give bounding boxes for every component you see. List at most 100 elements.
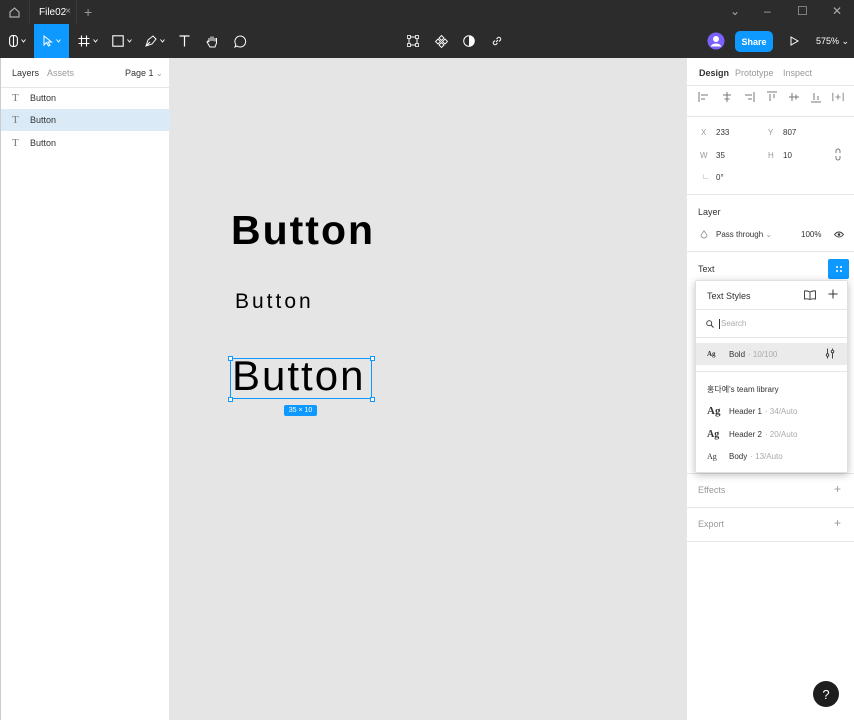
tab-prototype[interactable]: Prototype <box>735 68 774 78</box>
link-icon <box>492 36 502 46</box>
divider <box>696 371 847 372</box>
comment-tool-button[interactable] <box>230 24 250 58</box>
style-preview: Ag <box>707 350 716 358</box>
opacity-input[interactable]: 100% <box>801 230 821 239</box>
eye-icon[interactable] <box>834 231 844 238</box>
style-row[interactable]: Ag Header 2 · 20/Auto <box>696 423 847 445</box>
style-name: Body <box>729 451 748 461</box>
file-tab[interactable]: File02 × <box>29 0 77 24</box>
dimension-badge: 35 × 10 <box>284 405 317 416</box>
style-meta: · 13/Auto <box>750 451 783 461</box>
cursor-icon <box>43 35 53 47</box>
add-export-button[interactable]: + <box>834 516 841 530</box>
layer-row-selected[interactable]: T Button <box>1 109 170 131</box>
edit-style-icon[interactable] <box>825 348 835 359</box>
rotation-input[interactable]: 0° <box>716 173 724 182</box>
tab-assets[interactable]: Assets <box>47 68 74 78</box>
layer-row[interactable]: T Button <box>1 87 170 109</box>
tab-design[interactable]: Design <box>699 68 729 78</box>
x-label: X <box>701 128 707 137</box>
library-book-icon[interactable] <box>804 290 816 300</box>
resize-handle[interactable] <box>370 397 375 402</box>
align-bottom-icon[interactable] <box>810 91 822 103</box>
main-menu-button[interactable] <box>4 24 30 58</box>
canvas-text-spaced[interactable]: Button <box>235 290 314 314</box>
zoom-dropdown[interactable]: 575% ⌄ <box>816 36 849 47</box>
add-effect-button[interactable]: + <box>834 482 841 496</box>
layer-label: Button <box>30 93 57 103</box>
move-tool-button[interactable] <box>34 24 69 58</box>
style-name: Header 2 <box>729 429 762 439</box>
chevron-down-icon <box>93 39 98 43</box>
divider <box>687 473 854 474</box>
component-tool-button[interactable] <box>432 24 450 58</box>
share-button[interactable]: Share <box>735 31 773 52</box>
layer-row[interactable]: T Button <box>1 132 170 154</box>
y-input[interactable]: 807 <box>783 128 796 137</box>
style-row[interactable]: Ag Header 1 · 34/Auto <box>696 400 847 422</box>
frame-tool-button[interactable] <box>75 24 101 58</box>
x-input[interactable]: 233 <box>716 128 729 137</box>
link-tool-button[interactable] <box>488 24 506 58</box>
frame-icon <box>78 35 90 47</box>
align-vertical-center-icon[interactable] <box>788 91 800 103</box>
pen-tool-button[interactable] <box>142 24 168 58</box>
new-tab-button[interactable]: + <box>84 4 92 20</box>
search-icon <box>706 320 714 328</box>
export-section-title: Export <box>698 519 725 529</box>
selection-box[interactable] <box>230 358 372 399</box>
hand-tool-button[interactable] <box>202 24 222 58</box>
pen-icon <box>145 35 157 47</box>
resize-handle[interactable] <box>370 356 375 361</box>
tab-layers[interactable]: Layers <box>12 68 39 78</box>
close-tab-icon[interactable]: × <box>65 6 71 17</box>
comment-icon <box>233 34 246 48</box>
home-icon <box>9 6 20 18</box>
home-button[interactable] <box>0 0 29 24</box>
minimize-icon[interactable]: – <box>764 4 771 18</box>
align-right-icon[interactable] <box>743 91 755 103</box>
height-input[interactable]: 10 <box>783 151 792 160</box>
left-panel-tabs: Layers Assets Page 1 ⌄ <box>1 58 169 88</box>
w-label: W <box>700 151 708 160</box>
text-tool-button[interactable] <box>174 24 194 58</box>
style-row[interactable]: Ag Body · 13/Auto <box>696 445 847 467</box>
search-input[interactable]: Search <box>721 319 746 328</box>
help-button[interactable]: ? <box>813 681 839 707</box>
plus-icon[interactable] <box>828 289 838 299</box>
close-window-icon[interactable]: ✕ <box>832 4 842 18</box>
maximize-icon[interactable]: ☐ <box>797 4 808 18</box>
avatar[interactable] <box>705 24 727 58</box>
layer-section-title: Layer <box>698 207 721 217</box>
resize-handle[interactable] <box>228 397 233 402</box>
divider <box>687 507 854 508</box>
tab-inspect[interactable]: Inspect <box>783 68 812 78</box>
distribute-icon[interactable] <box>832 91 844 103</box>
align-top-icon[interactable] <box>766 91 778 103</box>
constrain-proportions-icon[interactable] <box>834 148 842 161</box>
chevron-down-icon[interactable]: ⌄ <box>730 4 740 18</box>
text-styles-button[interactable] <box>828 259 849 279</box>
text-layer-icon: T <box>12 114 19 126</box>
resize-handle[interactable] <box>228 356 233 361</box>
shape-tool-button[interactable] <box>108 24 136 58</box>
width-input[interactable]: 35 <box>716 151 725 160</box>
scale-icon <box>407 35 419 47</box>
align-left-icon[interactable] <box>698 91 710 103</box>
mask-tool-button[interactable] <box>460 24 478 58</box>
tab-bar: File02 × + ⌄ – ☐ ✕ <box>0 0 854 24</box>
text-caret <box>719 319 720 329</box>
align-horizontal-center-icon[interactable] <box>721 91 733 103</box>
style-meta: · 34/Auto <box>764 406 798 416</box>
page-selector[interactable]: Page 1 ⌄ <box>125 68 163 78</box>
style-row-highlighted[interactable]: Ag Bold · 10/100 <box>696 343 847 365</box>
library-title: 홍다예's team library <box>707 385 779 394</box>
transform-tool-button[interactable] <box>404 24 422 58</box>
divider <box>687 251 854 252</box>
present-button[interactable] <box>787 24 801 58</box>
h-label: H <box>768 151 774 160</box>
canvas-text-bold[interactable]: Button <box>231 207 375 254</box>
chevron-down-icon <box>160 39 165 43</box>
blend-mode-dropdown[interactable]: Pass through ⌄ <box>716 230 772 239</box>
rotation-icon: ∟ <box>702 172 710 181</box>
